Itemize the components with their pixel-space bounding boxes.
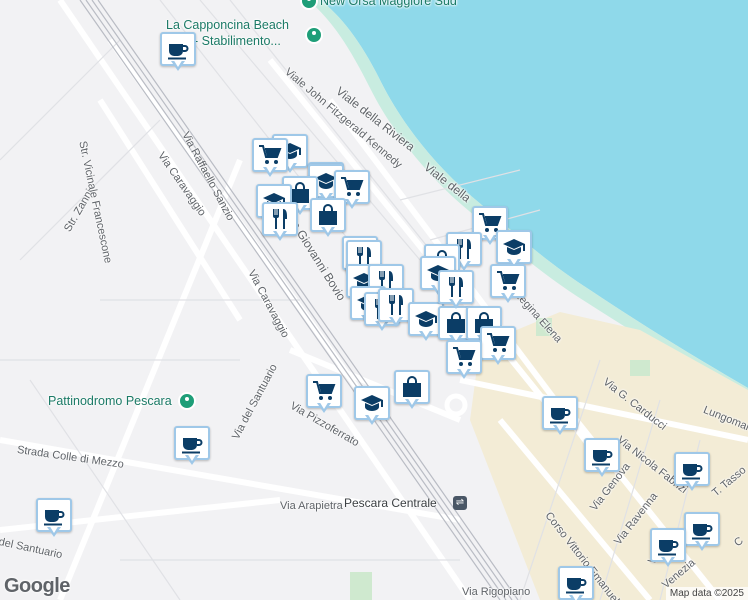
coffee-cup-icon bbox=[591, 449, 613, 467]
map-marker-grocery[interactable] bbox=[252, 138, 288, 180]
shopping-bag-icon bbox=[402, 376, 422, 398]
coffee-cup-icon bbox=[681, 463, 703, 481]
map-marker-restaurant[interactable] bbox=[438, 270, 474, 312]
map-marker-cafe[interactable] bbox=[160, 32, 196, 74]
map-marker-shop[interactable] bbox=[310, 198, 346, 240]
coffee-cup-icon bbox=[167, 43, 189, 61]
coffee-cup-icon bbox=[43, 509, 65, 527]
map-marker-cafe[interactable] bbox=[584, 438, 620, 480]
map-marker-cafe[interactable] bbox=[542, 396, 578, 438]
coffee-cup-icon bbox=[691, 523, 713, 541]
poi-nuova-orsa-label[interactable]: New Orsa Maggiore Sud bbox=[320, 0, 457, 8]
poi-pattinodromo-label[interactable]: Pattinodromo Pescara bbox=[48, 394, 172, 408]
fork-knife-icon bbox=[449, 277, 463, 297]
map-marker-restaurant[interactable] bbox=[262, 202, 298, 244]
coffee-cup-icon bbox=[565, 577, 587, 595]
coffee-cup-icon bbox=[181, 437, 203, 455]
coffee-cup-icon bbox=[657, 539, 679, 557]
google-logo[interactable]: Google bbox=[4, 575, 70, 598]
map-marker-cafe[interactable] bbox=[650, 528, 686, 570]
fork-knife-icon bbox=[273, 209, 287, 229]
shopping-cart-icon bbox=[258, 145, 281, 165]
street-arapietra: Via Arapietra bbox=[280, 500, 343, 512]
shopping-cart-icon bbox=[496, 271, 519, 291]
poi-capponcina-pin[interactable] bbox=[305, 26, 323, 44]
shopping-bag-icon bbox=[318, 204, 338, 226]
poi-pattinodromo-pin[interactable] bbox=[178, 392, 196, 410]
map-marker-cafe[interactable] bbox=[684, 512, 720, 554]
fork-knife-icon bbox=[389, 295, 403, 315]
graduation-cap-icon bbox=[503, 239, 525, 255]
coffee-cup-icon bbox=[549, 407, 571, 425]
shopping-bag-icon bbox=[446, 312, 466, 334]
map-marker-cafe[interactable] bbox=[674, 452, 710, 494]
shopping-cart-icon bbox=[452, 347, 475, 367]
station-label[interactable]: Pescara Centrale bbox=[344, 496, 437, 510]
street-rigopiano: Via Rigopiano bbox=[462, 586, 531, 598]
shopping-cart-icon bbox=[340, 177, 363, 197]
map-marker-cafe[interactable] bbox=[174, 426, 210, 468]
graduation-cap-icon bbox=[415, 311, 437, 327]
map-marker-school[interactable] bbox=[354, 386, 390, 428]
map-marker-cafe[interactable] bbox=[558, 566, 594, 600]
map-marker-cafe[interactable] bbox=[36, 498, 72, 540]
map-marker-grocery[interactable] bbox=[306, 374, 342, 416]
map-marker-grocery[interactable] bbox=[446, 340, 482, 382]
map-marker-grocery[interactable] bbox=[490, 264, 526, 306]
shopping-cart-icon bbox=[486, 333, 509, 353]
graduation-cap-icon bbox=[361, 395, 383, 411]
poi-capponcina-label[interactable]: La Capponcina Beach bbox=[166, 18, 289, 32]
map-canvas[interactable]: La Capponcina Beach - Stabilimento... Ne… bbox=[0, 0, 748, 600]
map-marker-shop[interactable] bbox=[394, 370, 430, 412]
shopping-cart-icon bbox=[312, 381, 335, 401]
poi-stabilimento-label[interactable]: - Stabilimento... bbox=[194, 34, 281, 48]
map-marker-grocery[interactable] bbox=[480, 326, 516, 368]
train-station-icon[interactable]: ⇌ bbox=[453, 496, 467, 510]
map-attribution[interactable]: Map data ©2025 bbox=[665, 587, 748, 600]
